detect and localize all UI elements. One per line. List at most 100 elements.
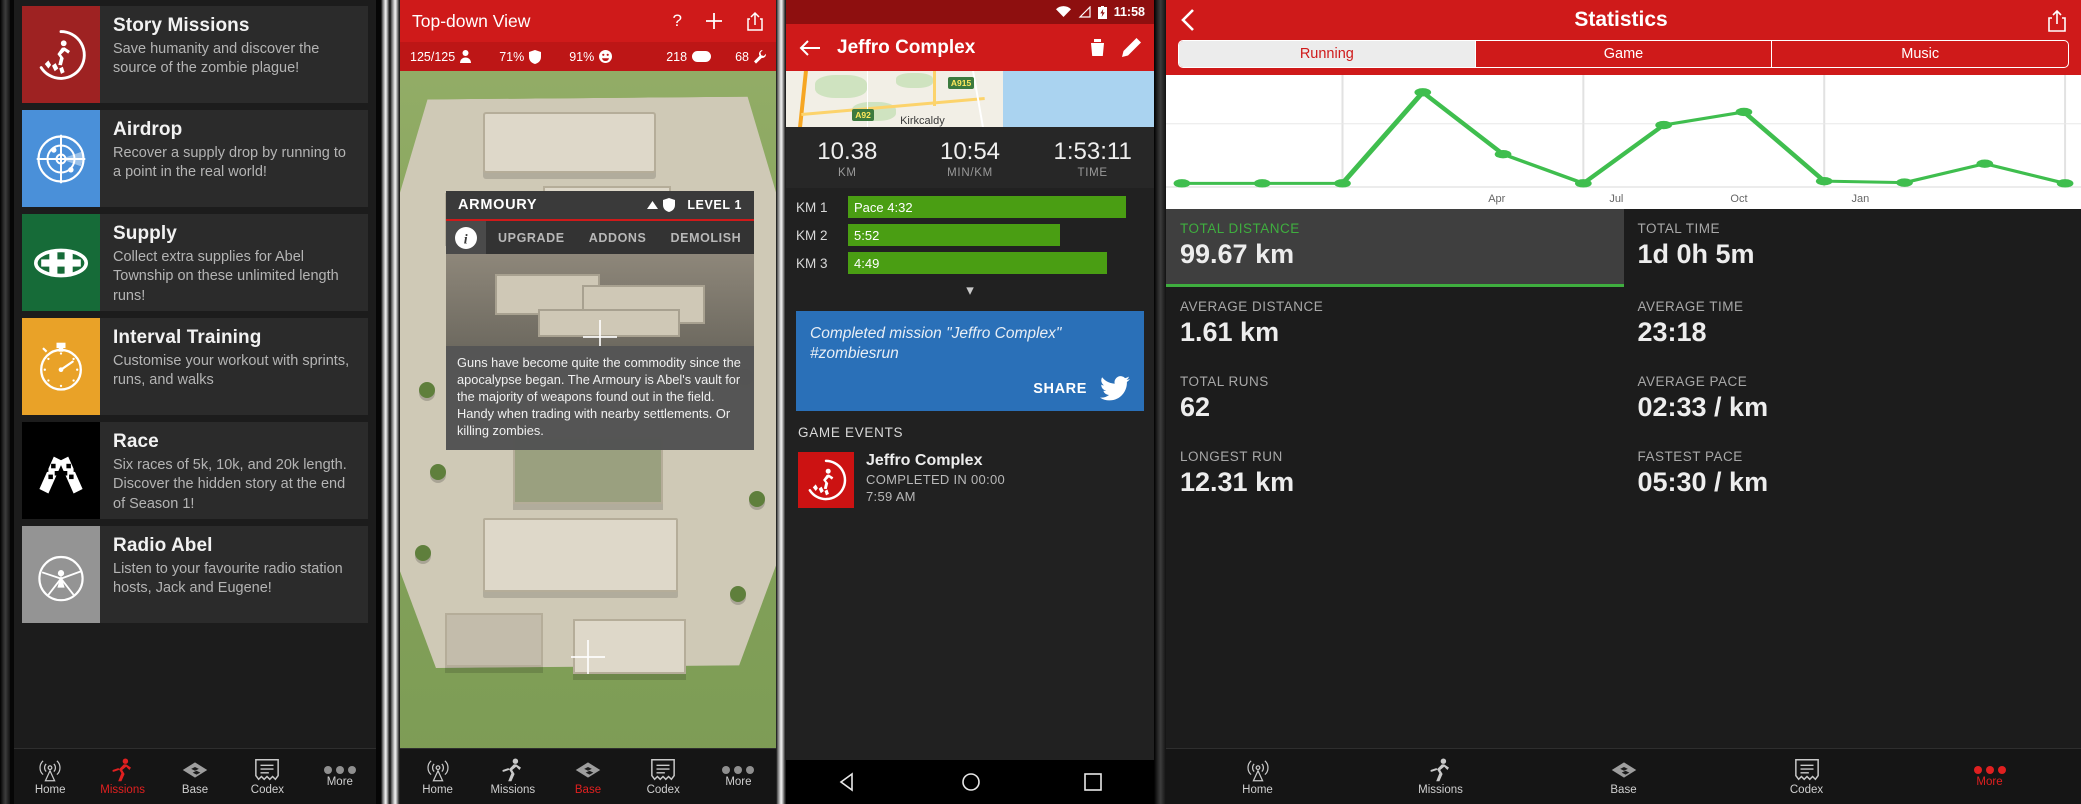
mission-row[interactable]: Supply Collect extra supplies for Abel To… [22,214,368,311]
tab-label: Home [34,783,66,796]
trash-can-icon[interactable] [1089,38,1106,57]
android-home-icon[interactable] [961,772,981,792]
popup-tab-upgrade[interactable]: UPGRADE [486,221,577,254]
more-dots-icon [1973,765,2006,774]
popup-tab-demolish[interactable]: DEMOLISH [659,221,754,254]
building-popup[interactable]: ARMOURY LEVEL 1 i UPGRADE ADDONS DEMOLIS… [446,191,754,451]
segment-music[interactable]: Music [1771,41,2068,67]
mission-title: Supply [113,223,177,244]
share-upload-icon[interactable] [2047,9,2067,32]
popup-tab-addons[interactable]: ADDONS [577,221,659,254]
wifi-icon [1055,6,1071,17]
base-map-canvas[interactable]: ARMOURY LEVEL 1 i UPGRADE ADDONS DEMOLIS… [400,71,776,748]
person-icon [460,50,472,63]
game-event-item[interactable]: Jeffro Complex COMPLETED IN 00:00 7:59 A… [798,452,1142,509]
stat-cell[interactable]: AVERAGE DISTANCE 1.61 km [1166,287,1624,362]
stat-cell[interactable]: TOTAL RUNS 62 [1166,362,1624,437]
mission-row[interactable]: Race Six races of 5k, 10k, and 20k length… [22,422,368,519]
popup-header: ARMOURY LEVEL 1 [446,191,754,221]
popup-tabs[interactable]: i UPGRADE ADDONS DEMOLISH [446,221,754,254]
map-place-label: Kirkcaldy [900,114,945,127]
tab-home[interactable]: Home [400,758,475,796]
run-route-map[interactable]: A915 A92 Kirkcaldy [786,71,1154,127]
mission-title: Story Missions [113,15,250,36]
resource-tools: 68 [735,49,766,64]
arrow-left-icon[interactable] [799,39,821,57]
km-splits: KM 1 Pace 4:32 KM 2 5:52 KM 3 4:49 [786,188,1154,274]
statistics-segmented-control[interactable]: Running Game Music [1166,40,2081,75]
tab-label: Base [574,783,602,796]
total-label: MIN/KM [947,167,993,179]
broadcast-tower-icon [37,758,63,782]
stat-cell[interactable]: TOTAL DISTANCE 99.67 km [1166,209,1624,287]
stat-cell[interactable]: TOTAL TIME 1d 0h 5m [1624,209,2081,287]
mission-row[interactable]: Radio Abel Listen to your favourite radio… [22,526,368,623]
mission-row[interactable]: Story Missions Save humanity and discover… [22,6,368,103]
tab-label: More [326,775,353,788]
tab-missions[interactable]: Missions [86,757,158,796]
bottom-tab-bar-4[interactable]: Home Missions Base Codex More [1166,748,2081,804]
stat-cell[interactable]: FASTEST PACE 05:30 / km [1624,437,2081,512]
segment-game[interactable]: Game [1474,41,1772,67]
phone-rail-right-2 [776,0,786,804]
info-circle-icon[interactable]: i [446,221,486,254]
stat-label: FASTEST PACE [1637,449,1743,464]
popup-level: LEVEL 1 [687,198,742,212]
map-crosshair-icon [583,320,617,346]
tab-codex[interactable]: Codex [231,758,303,796]
segmented-inner[interactable]: Running Game Music [1178,40,2069,68]
tab-missions[interactable]: Missions [1349,757,1532,796]
tab-home[interactable]: Home [1166,758,1349,796]
tab-codex[interactable]: Codex [1715,758,1898,796]
plus-icon[interactable] [704,11,724,31]
android-recents-icon[interactable] [1084,773,1103,791]
shield-icon [529,49,542,64]
bottom-tab-bar-2[interactable]: Home Missions Base Codex More [400,748,776,804]
tab-base[interactable]: Base [1532,758,1715,796]
android-nav-bar[interactable] [786,760,1154,804]
share-tweet-card[interactable]: Completed mission "Jeffro Complex" #zomb… [796,311,1144,412]
stat-label: AVERAGE PACE [1637,374,1748,389]
tab-base[interactable]: Base [159,758,231,796]
stat-cell[interactable]: AVERAGE PACE 02:33 / km [1624,362,2081,437]
bottom-tab-bar-1[interactable]: Home Missions Base Codex More [14,748,376,804]
tab-missions[interactable]: Missions [475,757,550,796]
base-building [482,517,679,593]
tab-codex[interactable]: Codex [626,758,701,796]
tab-label: Codex [646,783,680,796]
twitter-bird-icon[interactable] [1100,376,1130,401]
share-button[interactable]: SHARE [1033,381,1087,397]
tab-more[interactable]: More [701,765,776,788]
caret-up-icon[interactable] [647,201,659,209]
stat-value: 12.31 km [1180,467,1295,497]
stat-value: 05:30 / km [1637,467,1769,497]
stat-cell[interactable]: LONGEST RUN 12.31 km [1166,437,1624,512]
event-subtitle: COMPLETED IN 00:00 [866,472,1006,488]
svg-text:Oct: Oct [1730,193,1747,205]
pencil-icon[interactable] [1122,38,1141,57]
android-back-icon[interactable] [838,772,858,792]
tab-more[interactable]: More [1898,765,2081,788]
mission-row[interactable]: Interval Training Customise your workout … [22,318,368,415]
tab-base[interactable]: Base [550,758,625,796]
stat-cell[interactable]: AVERAGE TIME 23:18 [1624,287,2081,362]
tab-label: Home [422,783,453,796]
chevron-left-icon[interactable] [1180,8,1195,32]
split-km: KM 3 [796,255,828,271]
stat-value: 62 [1180,392,1211,422]
segment-running[interactable]: Running [1179,41,1475,67]
tweet-text: Completed mission "Jeffro Complex" #zomb… [810,325,1062,363]
map-crosshair-icon [571,639,605,674]
share-upload-icon[interactable] [746,11,764,32]
question-mark-icon[interactable]: ? [673,11,682,31]
base-header: Top-down View ? [400,0,776,42]
zombies-run-logo-icon [798,452,854,509]
mission-row[interactable]: Airdrop Recover a supply drop by running … [22,110,368,207]
stat-label: TOTAL TIME [1637,221,1721,236]
chevron-down-icon[interactable]: ▾ [786,280,1154,305]
mission-description: Six races of 5k, 10k, and 20k length. Di… [113,457,347,512]
tab-more[interactable]: More [304,765,376,788]
tab-home[interactable]: Home [14,758,86,796]
supply-crate-icon [22,214,100,311]
codex-page-icon [254,758,280,782]
